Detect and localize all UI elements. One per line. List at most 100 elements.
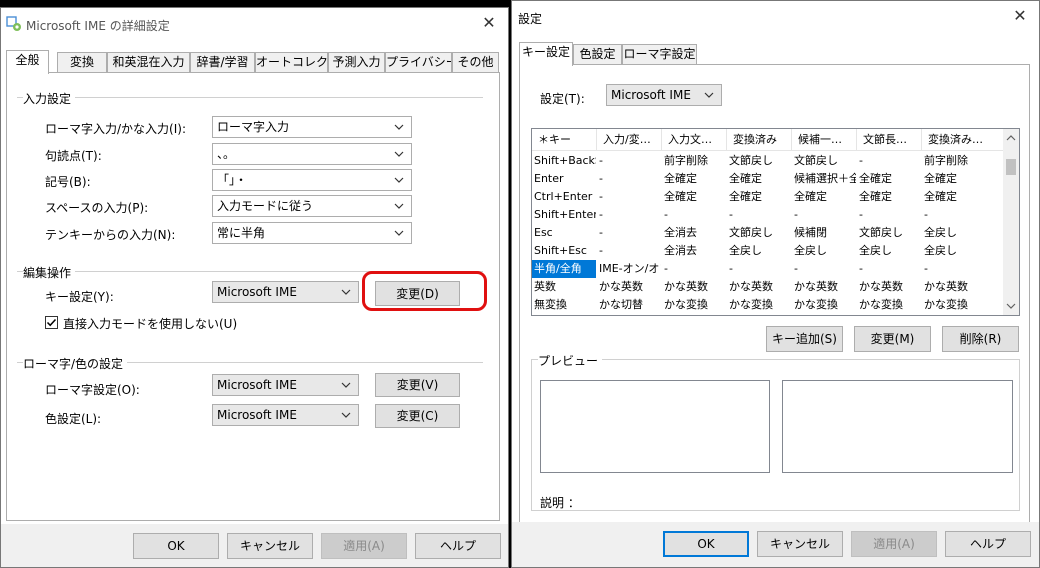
assignment-cell: かな変換 — [794, 298, 838, 311]
column-header[interactable]: 変換済み… — [922, 129, 1005, 151]
key-settings-value: Microsoft IME — [217, 285, 297, 299]
column-header[interactable]: 入力文… — [662, 129, 727, 151]
assignment-cell: - — [859, 154, 863, 167]
column-header[interactable]: 入力/変… — [597, 129, 662, 151]
delete-key-button[interactable]: 削除(R) — [942, 326, 1019, 352]
symbol-value: 「」・ — [217, 173, 248, 187]
assignment-cell: 全確定 — [664, 172, 697, 185]
key-cell: Enter — [534, 172, 564, 185]
input-settings-header: 入力設定 — [23, 90, 76, 107]
close-icon[interactable]: ✕ — [1011, 7, 1029, 25]
edit-operations-header: 編集操作 — [23, 264, 76, 281]
tab-bar: 全般 変換 和英混在入力 辞書/学習 オートコレクト 予測入力 プライバシー そ… — [6, 50, 500, 74]
title-bar: Microsoft IME の詳細設定 ✕ — [1, 8, 508, 40]
table-row[interactable]: Enter - 全確定 全確定 候補選択＋全 全確定 全確定 — [532, 170, 1005, 188]
tab-key-settings[interactable]: キー設定 — [519, 42, 573, 66]
assignment-cell: 全消去 — [664, 244, 697, 257]
assignment-cell: 全確定 — [664, 190, 697, 203]
table-row[interactable]: 英数 かな英数 かな英数 かな英数 かな英数 かな英数 かな英数 — [532, 278, 1005, 296]
tab-other[interactable]: その他 — [452, 52, 499, 73]
scroll-thumb[interactable] — [1006, 159, 1016, 175]
table-row[interactable]: 半角/全角IME-オン/オフ----- — [532, 260, 1005, 278]
punctuation-select[interactable]: 、。 — [212, 143, 412, 165]
help-button[interactable]: ヘルプ — [945, 531, 1031, 557]
assignment-cell: - — [599, 244, 603, 257]
assignment-cell: - — [859, 262, 863, 275]
vertical-scrollbar[interactable] — [1003, 129, 1019, 315]
tab-prediction[interactable]: 予測入力 — [328, 52, 385, 73]
assignment-cell: かな切替 — [599, 298, 643, 311]
key-settings-dialog: 設定 ✕ キー設定 色設定 ローマ字設定 設定(T): Microsoft IM… — [511, 0, 1040, 568]
close-icon[interactable]: ✕ — [480, 14, 498, 32]
tab-dictionary[interactable]: 辞書/学習 — [190, 52, 255, 73]
chevron-down-icon — [394, 230, 404, 236]
column-header[interactable]: 文節長… — [857, 129, 922, 151]
apply-button[interactable]: 適用(A) — [851, 531, 937, 557]
assignment-cell: - — [924, 262, 928, 275]
key-assignment-table[interactable]: ＊キー 入力/変… 入力文… 変換済み 候補一… 文節長… 変換済み… Shif… — [531, 128, 1020, 316]
space-input-select[interactable]: 入力モードに従う — [212, 195, 412, 217]
symbol-select[interactable]: 「」・ — [212, 169, 412, 191]
table-row[interactable]: Shift+Enter - - - - - - — [532, 206, 1005, 224]
assignment-cell: 前字削除 — [664, 154, 708, 167]
numpad-input-select[interactable]: 常に半角 — [212, 222, 412, 244]
table-row[interactable]: 無変換 かな切替 かな変換 かな変換 かな変換 かな変換 かな変換 — [532, 296, 1005, 314]
assignment-cell: - — [859, 208, 863, 221]
key-cell: Shift+Esc — [534, 244, 587, 257]
title-bar: 設定 ✕ — [512, 1, 1039, 33]
tab-color-settings[interactable]: 色設定 — [573, 44, 622, 65]
setting-select[interactable]: Microsoft IME — [606, 84, 722, 106]
apply-button[interactable]: 適用(A) — [321, 533, 407, 559]
cancel-button[interactable]: キャンセル — [757, 531, 843, 557]
direct-input-checkbox[interactable] — [45, 316, 58, 329]
assignment-cell: かな変換 — [664, 298, 708, 311]
ime-settings-icon — [6, 16, 22, 32]
assignment-cell: 全確定 — [729, 172, 762, 185]
table-row[interactable]: Ctrl+Enter - 全確定 全確定 全確定 全確定 全確定 — [532, 188, 1005, 206]
assignment-cell: 全確定 — [924, 190, 957, 203]
add-key-button[interactable]: キー追加(S) — [766, 326, 843, 352]
change-key-button[interactable]: 変更(M) — [854, 326, 931, 352]
assignment-cell: かな英数 — [794, 280, 838, 293]
scroll-down-icon[interactable] — [1003, 298, 1019, 314]
color-settings-select[interactable]: Microsoft IME — [212, 404, 359, 426]
key-settings-select[interactable]: Microsoft IME — [212, 281, 359, 303]
assignment-cell: 全戻し — [924, 244, 957, 257]
input-method-select[interactable]: ローマ字入力 — [212, 116, 412, 138]
table-row[interactable]: Shift+BackS - 前字削除 文節戻し 文節戻し - 前字削除 — [532, 152, 1005, 170]
roman-settings-select[interactable]: Microsoft IME — [212, 374, 359, 396]
tab-conversion[interactable]: 変換 — [57, 52, 107, 73]
assignment-cell: - — [729, 208, 733, 221]
assignment-cell: かな英数 — [599, 280, 643, 293]
cancel-button[interactable]: キャンセル — [227, 533, 313, 559]
column-header[interactable]: ＊キー — [532, 129, 597, 151]
assignment-cell: - — [794, 208, 798, 221]
setting-label: 設定(T): — [540, 92, 585, 106]
numpad-input-value: 常に半角 — [217, 226, 266, 240]
assignment-cell: 全確定 — [729, 190, 762, 203]
tab-bar: キー設定 色設定 ローマ字設定 — [519, 42, 1031, 66]
tab-autocorrect[interactable]: オートコレクト — [255, 52, 328, 73]
table-row[interactable]: Esc - 全消去 文節戻し 候補閉 文節戻し 全戻し — [532, 224, 1005, 242]
ok-button[interactable]: OK — [133, 533, 219, 559]
ok-button[interactable]: OK — [663, 531, 749, 557]
roman-settings-change-button[interactable]: 変更(V) — [375, 373, 460, 397]
table-row[interactable]: Shift+Esc - 全消去 全戻し 全戻し 全戻し 全戻し — [532, 242, 1005, 260]
tab-general[interactable]: 全般 — [6, 50, 49, 74]
assignment-cell: かな英数 — [729, 280, 773, 293]
help-button[interactable]: ヘルプ — [415, 533, 501, 559]
tab-privacy[interactable]: プライバシー — [385, 52, 452, 73]
divider — [17, 97, 483, 98]
column-header[interactable]: 候補一… — [792, 129, 857, 151]
color-settings-change-button[interactable]: 変更(C) — [375, 404, 460, 428]
assignment-cell: かな変換 — [729, 298, 773, 311]
key-cell: 英数 — [534, 280, 556, 293]
tab-roman-settings[interactable]: ローマ字設定 — [622, 44, 697, 65]
preview-after-box — [782, 380, 1013, 473]
punctuation-value: 、。 — [217, 147, 236, 161]
column-header[interactable]: 変換済み — [727, 129, 792, 151]
tab-mixed-input[interactable]: 和英混在入力 — [107, 52, 190, 73]
assignment-cell: 前字削除 — [924, 154, 968, 167]
scroll-up-icon[interactable] — [1003, 130, 1019, 146]
assignment-cell: かな英数 — [859, 280, 903, 293]
